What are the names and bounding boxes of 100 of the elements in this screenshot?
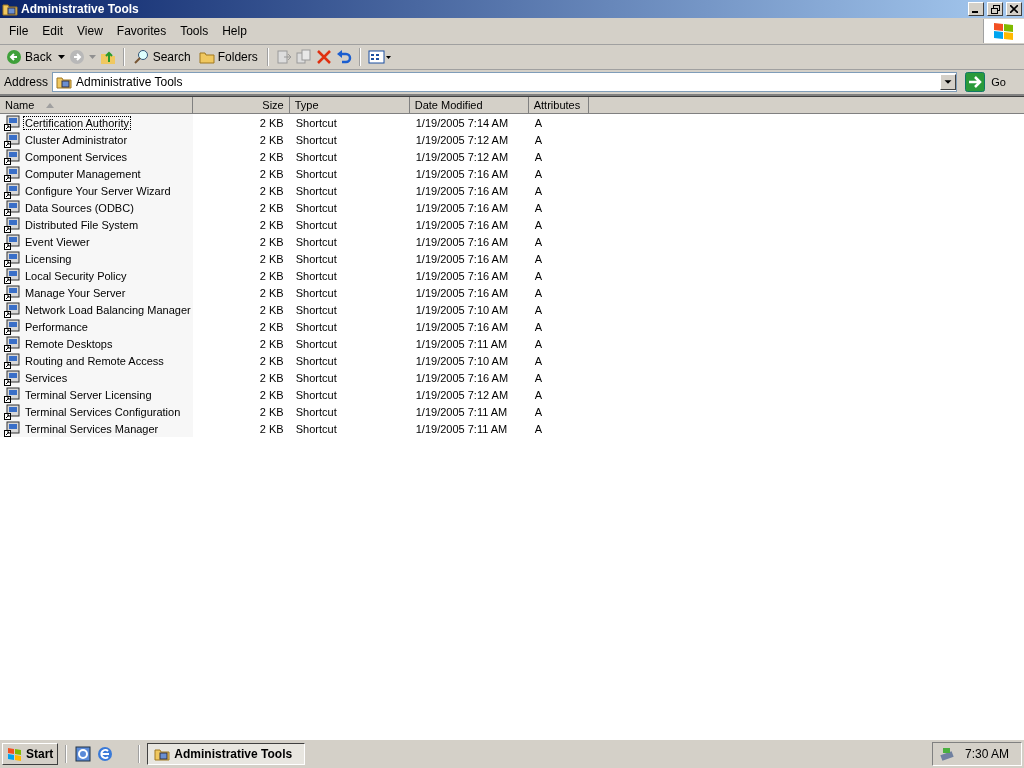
table-cell: 1/19/2005 7:12 AM bbox=[415, 133, 509, 146]
minimize-button[interactable] bbox=[968, 2, 984, 16]
table-cell: Shortcut bbox=[295, 201, 337, 214]
table-cell: A bbox=[534, 371, 543, 384]
up-folder-icon[interactable] bbox=[99, 49, 116, 65]
folders-button[interactable]: Folders bbox=[196, 48, 260, 66]
table-cell: 1/19/2005 7:10 AM bbox=[415, 303, 509, 316]
table-cell: Shortcut bbox=[295, 184, 337, 197]
table-cell: 2 KB bbox=[259, 320, 284, 333]
menu-item[interactable]: Tools bbox=[173, 22, 216, 40]
table-cell: A bbox=[534, 422, 543, 435]
go-arrow-icon bbox=[965, 72, 986, 92]
table-cell: Shortcut bbox=[295, 405, 337, 418]
table-cell: A bbox=[534, 269, 543, 282]
table-cell: 2 KB bbox=[259, 116, 284, 129]
column-header[interactable]: Name bbox=[0, 97, 193, 114]
table-cell: 2 KB bbox=[259, 388, 284, 401]
table-cell: 2 KB bbox=[259, 218, 284, 231]
table-cell: 2 KB bbox=[259, 422, 284, 435]
table-cell: A bbox=[534, 133, 543, 146]
table-cell: 1/19/2005 7:11 AM bbox=[415, 422, 508, 435]
table-cell: A bbox=[534, 252, 543, 265]
table-cell: Shortcut bbox=[295, 303, 337, 316]
table-cell: 2 KB bbox=[259, 303, 284, 316]
table-cell: Shortcut bbox=[295, 422, 337, 435]
table-cell: A bbox=[534, 354, 543, 367]
restore-icon bbox=[990, 4, 1000, 14]
browser-icon[interactable] bbox=[96, 745, 115, 763]
views-icon[interactable] bbox=[367, 49, 392, 65]
table-cell: A bbox=[534, 150, 543, 163]
table-cell: 1/19/2005 7:16 AM bbox=[415, 286, 509, 299]
table-cell: Shortcut bbox=[295, 337, 337, 350]
table-cell: Shortcut bbox=[295, 167, 337, 180]
table-cell: Shortcut bbox=[295, 354, 337, 367]
window-title: Administrative Tools bbox=[21, 2, 140, 16]
table-cell: 1/19/2005 7:12 AM bbox=[415, 150, 509, 163]
table-cell: 2 KB bbox=[259, 269, 284, 282]
quick-launch-icon[interactable] bbox=[74, 745, 93, 763]
menu-item[interactable]: Help bbox=[215, 22, 254, 40]
table-cell: A bbox=[534, 405, 543, 418]
table-cell: 1/19/2005 7:16 AM bbox=[415, 320, 509, 333]
table-cell: A bbox=[534, 337, 543, 350]
file-name[interactable]: Certification Authority bbox=[23, 115, 131, 130]
delete-icon[interactable] bbox=[315, 49, 332, 65]
table-cell: 2 KB bbox=[259, 184, 284, 197]
back-button[interactable]: Back bbox=[4, 48, 54, 66]
table-cell: Shortcut bbox=[295, 286, 337, 299]
menu-item[interactable]: Favorites bbox=[109, 22, 174, 40]
table-cell: Shortcut bbox=[295, 218, 337, 231]
taskbar-button[interactable]: Administrative Tools bbox=[147, 743, 306, 765]
table-cell: 2 KB bbox=[259, 133, 284, 146]
search-icon bbox=[133, 49, 150, 65]
table-cell: 2 KB bbox=[259, 201, 284, 214]
table-cell: 2 KB bbox=[259, 371, 284, 384]
column-header[interactable]: Size bbox=[192, 97, 290, 114]
table-cell: 1/19/2005 7:16 AM bbox=[415, 184, 509, 197]
table-cell: 2 KB bbox=[259, 167, 284, 180]
menu-item[interactable]: File bbox=[2, 22, 36, 40]
menu-item[interactable]: View bbox=[70, 22, 110, 40]
table-cell: A bbox=[534, 201, 543, 214]
table-cell: 2 KB bbox=[259, 150, 284, 163]
table-cell: 1/19/2005 7:10 AM bbox=[415, 354, 509, 367]
address-field[interactable]: Administrative Tools bbox=[52, 72, 958, 92]
table-cell: A bbox=[534, 286, 543, 299]
close-button[interactable] bbox=[1006, 2, 1022, 16]
sort-arrow-icon bbox=[46, 102, 55, 108]
restore-button[interactable] bbox=[987, 2, 1003, 16]
table-cell: Shortcut bbox=[295, 150, 337, 163]
table-cell: 1/19/2005 7:16 AM bbox=[415, 201, 509, 214]
close-icon bbox=[1010, 5, 1018, 13]
table-cell: 2 KB bbox=[259, 337, 284, 350]
go-button[interactable]: Go bbox=[961, 72, 1020, 92]
table-cell: 2 KB bbox=[259, 354, 284, 367]
table-cell: A bbox=[534, 218, 543, 231]
table-cell: Shortcut bbox=[295, 388, 337, 401]
table-cell: A bbox=[534, 235, 543, 248]
table-cell: 1/19/2005 7:16 AM bbox=[415, 269, 509, 282]
undo-icon[interactable] bbox=[335, 49, 352, 65]
table-cell: Shortcut bbox=[295, 320, 337, 333]
table-cell: A bbox=[534, 116, 543, 129]
table-cell: Shortcut bbox=[295, 116, 337, 129]
address-label: Address bbox=[4, 75, 49, 89]
table-cell: 2 KB bbox=[259, 252, 284, 265]
table-cell: Shortcut bbox=[295, 252, 337, 265]
search-button[interactable]: Search bbox=[131, 48, 193, 66]
start-button[interactable]: Start bbox=[2, 743, 59, 765]
network-icon[interactable] bbox=[938, 746, 955, 762]
table-cell: 1/19/2005 7:11 AM bbox=[415, 337, 508, 350]
folder-icon bbox=[154, 746, 171, 762]
table-cell: Shortcut bbox=[295, 371, 337, 384]
dropdown-icon[interactable] bbox=[940, 74, 957, 90]
menu-item[interactable]: Edit bbox=[35, 22, 71, 40]
table-cell: 1/19/2005 7:16 AM bbox=[415, 235, 509, 248]
column-header[interactable]: Date Modified bbox=[409, 97, 529, 114]
column-header[interactable]: Type bbox=[289, 97, 410, 114]
folder-icon bbox=[198, 49, 215, 65]
table-cell: Shortcut bbox=[295, 269, 337, 282]
caret-icon[interactable] bbox=[57, 55, 65, 59]
table-cell: 1/19/2005 7:16 AM bbox=[415, 252, 509, 265]
column-header[interactable]: Attributes bbox=[528, 97, 589, 114]
